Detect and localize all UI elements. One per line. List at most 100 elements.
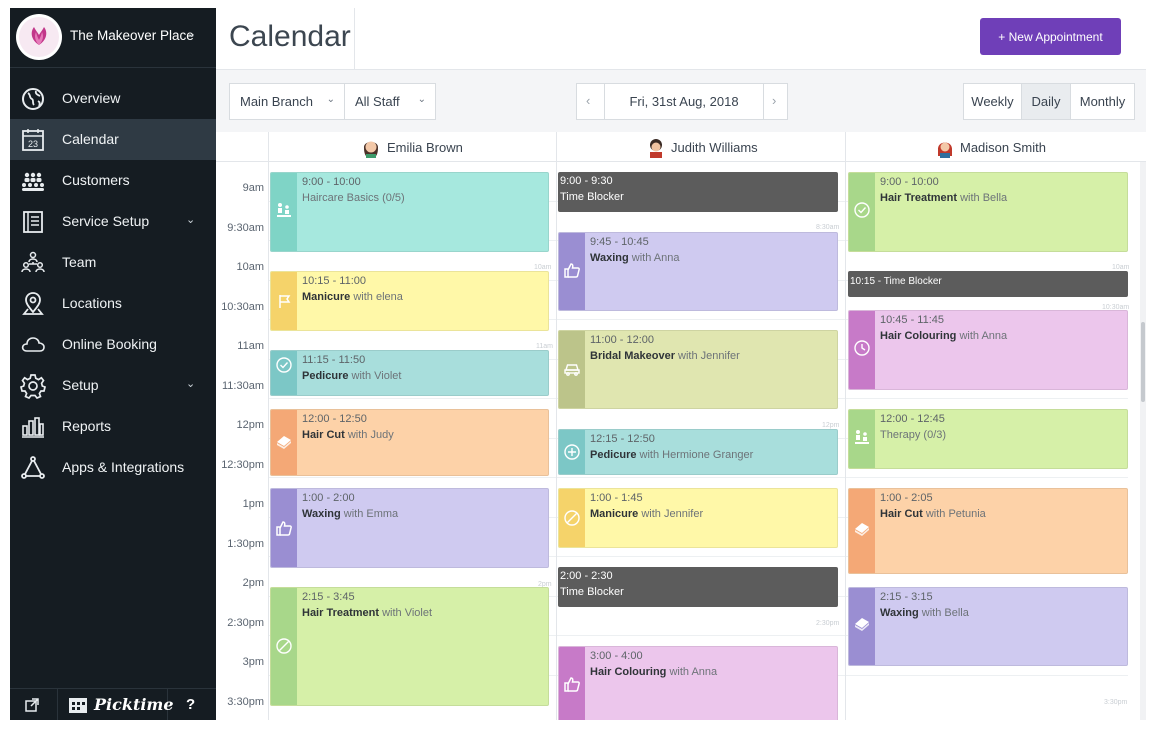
sidebar-item-label: Reports — [62, 418, 112, 434]
eraser-icon — [853, 519, 871, 537]
sidebar-item-customers[interactable]: Customers — [10, 160, 216, 201]
sidebar-item-apps-integrations[interactable]: Apps & Integrations — [10, 447, 216, 488]
appointment-time: 2:15 - 3:45 — [302, 591, 355, 603]
date-display[interactable]: Fri, 31st Aug, 2018 — [604, 83, 764, 120]
cloud-icon — [20, 332, 46, 358]
appointment-service: Bridal Makeover — [590, 350, 675, 362]
new-appointment-button[interactable]: + New Appointment — [980, 18, 1121, 55]
sidebar-item-reports[interactable]: Reports — [10, 406, 216, 447]
globe-icon — [20, 86, 46, 112]
appointment-card[interactable]: 11:00 - 12:00 Bridal Makeover with Jenni… — [558, 330, 838, 409]
appointment-time: 12:00 - 12:50 — [302, 413, 367, 425]
appointment-card[interactable]: 9:45 - 10:45 Waxing with Anna — [558, 232, 838, 311]
calendar-scrollbar[interactable] — [1140, 162, 1146, 720]
staff-column-header[interactable]: Madison Smith — [845, 132, 1140, 162]
staff-name: Emilia Brown — [387, 140, 463, 155]
next-date-button[interactable]: › — [763, 83, 788, 120]
grid-time-hint: 8:30am — [816, 224, 840, 231]
location-pin-icon — [20, 291, 46, 317]
appointment-desc: Manicure with Jennifer — [590, 508, 703, 520]
staff-column-header[interactable]: Emilia Brown — [268, 132, 556, 162]
sidebar-item-setup[interactable]: Setup ⌄ — [10, 365, 216, 406]
picktime-link[interactable]: Picktime — [58, 689, 174, 720]
appointment-card[interactable]: 12:15 - 12:50 Pedicure with Hermione Gra… — [558, 429, 838, 475]
staff-column-header[interactable]: Judith Williams — [556, 132, 845, 162]
group-service-icon — [275, 201, 293, 219]
appointment-time: 1:00 - 2:00 — [302, 492, 355, 504]
time-blocker[interactable]: 9:00 - 9:30 Time Blocker — [558, 172, 838, 212]
brand-switcher[interactable]: The Makeover Place ⌄ — [10, 8, 216, 68]
scrollbar-thumb[interactable] — [1141, 322, 1145, 402]
chevron-down-icon: ⌄ — [186, 214, 196, 226]
appointment-service: Manicure — [590, 508, 639, 520]
chevron-right-icon: › — [772, 93, 777, 108]
sidebar-item-team[interactable]: Team — [10, 242, 216, 283]
sidebar-item-overview[interactable]: Overview — [10, 78, 216, 119]
thumbs-up-icon — [275, 519, 293, 537]
sidebar-item-calendar[interactable]: 23 Calendar — [10, 119, 216, 160]
appointment-card[interactable]: 1:00 - 2:00 Waxing with Emma — [270, 488, 549, 568]
appointment-time: 12:00 - 12:45 — [880, 413, 945, 425]
view-monthly-button[interactable]: Monthly — [1070, 83, 1135, 120]
appointment-detail: with Anna — [956, 330, 1008, 342]
appointment-detail: with elena — [350, 291, 403, 303]
check-circle-icon — [275, 356, 293, 374]
appointment-service: Hair Cut — [880, 508, 923, 520]
blocker-label: Time Blocker — [560, 586, 624, 598]
appointment-card[interactable]: 10:45 - 11:45 Hair Colouring with Anna — [848, 310, 1128, 390]
appointment-card[interactable]: 9:00 - 10:00 Hair Treatment with Bella — [848, 172, 1128, 252]
sidebar-item-online-booking[interactable]: Online Booking — [10, 324, 216, 365]
chevron-down-icon: ⌄ — [417, 94, 426, 105]
appointment-card[interactable]: 1:00 - 1:45 Manicure with Jennifer — [558, 488, 838, 548]
sidebar: The Makeover Place ⌄ Overview 23 Calenda… — [10, 8, 216, 720]
page-title: Calendar — [229, 20, 351, 53]
bar-chart-icon — [20, 414, 46, 440]
view-weekly-button[interactable]: Weekly — [963, 83, 1022, 120]
appointment-detail: with Bella — [918, 607, 969, 619]
branch-select[interactable]: Main Branch ⌄ — [229, 83, 345, 120]
appointment-card[interactable]: 12:00 - 12:45 Therapy (0/3) — [848, 409, 1128, 469]
external-link-button[interactable] — [10, 689, 58, 720]
appointment-desc: Waxing with Emma — [302, 508, 398, 520]
column-divider — [845, 162, 846, 720]
grid-time-hint: 3:30pm — [1104, 699, 1128, 706]
sidebar-item-label: Locations — [62, 295, 122, 311]
grid-line — [268, 477, 1128, 478]
view-daily-button[interactable]: Daily — [1021, 83, 1071, 120]
sidebar-footer: Picktime ? — [10, 688, 216, 720]
car-icon — [563, 359, 581, 377]
appointment-card[interactable]: 12:00 - 12:50 Hair Cut with Judy — [270, 409, 549, 476]
chevron-down-icon: ⌄ — [186, 378, 196, 390]
appointment-card[interactable]: 2:15 - 3:45 Hair Treatment with Violet — [270, 587, 549, 706]
prev-date-button[interactable]: ‹ — [576, 83, 605, 120]
grid-time-hint: 11am — [536, 343, 553, 350]
appointment-card[interactable]: 10:15 - 11:00 Manicure with elena — [270, 271, 549, 331]
thumbs-up-icon — [563, 675, 581, 693]
staff-select[interactable]: All Staff ⌄ — [344, 83, 436, 120]
appointment-detail: with Jennifer — [674, 350, 740, 362]
appointment-time: 9:45 - 10:45 — [590, 236, 649, 248]
calendar-icon-day: 23 — [28, 139, 38, 149]
time-blocker[interactable]: 10:15 - Time Blocker — [848, 271, 1128, 297]
appointment-card[interactable]: 3:00 - 4:00 Hair Colouring with Anna — [558, 646, 838, 720]
grid-time-hint: 10am — [1112, 264, 1130, 271]
time-label: 1:30pm — [227, 538, 264, 550]
staff-name: Judith Williams — [671, 140, 758, 155]
appointment-desc: Hair Cut with Petunia — [880, 508, 986, 520]
time-blocker[interactable]: 2:00 - 2:30 Time Blocker — [558, 567, 838, 607]
time-label: 10am — [236, 261, 264, 273]
sidebar-item-locations[interactable]: Locations — [10, 283, 216, 324]
team-icon — [20, 250, 46, 276]
appointment-desc: Hair Treatment with Bella — [880, 192, 1007, 204]
appointment-card[interactable]: 2:15 - 3:15 Waxing with Bella — [848, 587, 1128, 666]
sidebar-item-service-setup[interactable]: Service Setup ⌄ — [10, 201, 216, 242]
appointment-detail: with Petunia — [922, 508, 986, 520]
clock-icon — [853, 339, 871, 357]
appointment-card[interactable]: 11:15 - 11:50 Pedicure with Violet — [270, 350, 549, 396]
appointment-card[interactable]: 9:00 - 10:00 Haircare Basics (0/5) — [270, 172, 549, 252]
appointment-service: Hair Treatment — [302, 607, 380, 619]
appointment-card[interactable]: 1:00 - 2:05 Hair Cut with Petunia — [848, 488, 1128, 574]
appointment-detail: with Anna — [628, 252, 680, 264]
integrations-icon — [20, 455, 46, 481]
help-button[interactable]: ? — [186, 696, 195, 713]
